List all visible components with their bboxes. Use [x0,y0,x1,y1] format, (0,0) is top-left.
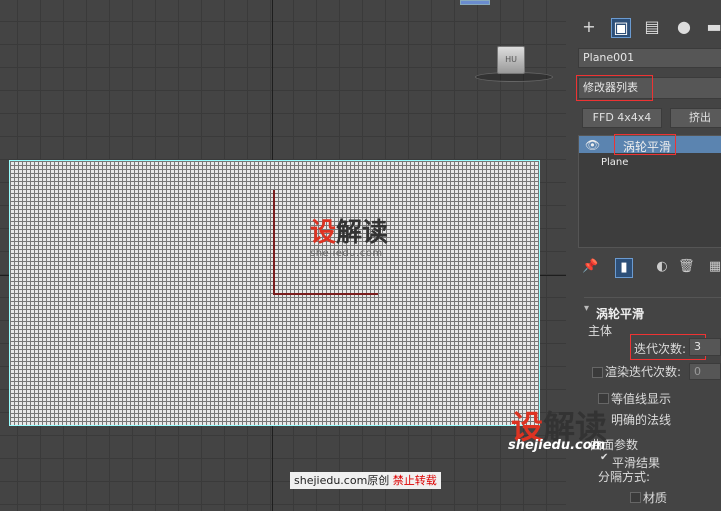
corner-watermark-url: shejiedu.com [508,438,606,453]
check-icon[interactable]: ✔ [600,452,608,463]
footer-original: 原创 [367,474,390,487]
group-main-label: 主体 [588,324,613,338]
extrude-button[interactable]: 挤出 [670,108,721,128]
footer-warning: 禁止转载 [392,474,437,487]
eye-icon[interactable]: 👁 [585,138,600,152]
watermark-url: shejiedu.com [310,248,383,259]
iterations-spinner[interactable]: 3 [689,338,721,356]
plus-icon[interactable]: + [580,18,598,36]
motion-icon[interactable]: ● [675,18,693,36]
isoline-label: 等值线显示 [611,392,672,406]
make-unique-icon[interactable]: ◐ [654,258,670,276]
ffd-button[interactable]: FFD 4x4x4 [582,108,662,128]
iterations-label: 迭代次数: [634,342,687,356]
viewcube[interactable]: HU [475,44,555,84]
separator [584,297,721,298]
show-end-icon[interactable]: ▮ [615,258,633,278]
rollout-title[interactable]: 涡轮平滑 [596,305,644,322]
footer-site: shejiedu.com [294,474,368,487]
pivot-gizmo-horizontal [273,293,378,295]
watermark-logo: 设解读 [310,218,389,248]
material-label: 材质 [643,491,668,505]
display-icon[interactable]: ▬ [705,18,721,36]
collapse-arrow-icon[interactable]: ▾ [584,303,589,314]
trash-icon[interactable]: 🗑 [678,258,695,276]
object-name-field[interactable]: Plane001 [578,48,721,68]
render-iters-checkbox[interactable] [592,367,603,378]
highlight-stack-item [614,134,676,155]
configure-icon[interactable]: ▦ [707,258,721,276]
explicit-normals-label[interactable]: 明确的法线 [611,411,671,428]
perspective-viewport[interactable]: 设解读 shejiedu.com HU shejiedu.com原创 禁止转载 [0,0,566,511]
stack-item-plane[interactable]: Plane [601,157,628,168]
modify-icon[interactable]: ▣ [611,18,631,38]
separate-by-label: 分隔方式: [598,470,651,484]
render-iters-label: 渲染迭代次数: [605,365,682,379]
hierarchy-icon[interactable]: ▤ [643,18,661,36]
copyright-bar: shejiedu.com原创 禁止转载 [290,472,441,489]
highlight-modifier-list [576,75,653,101]
viewport-label-marker[interactable] [460,0,490,5]
material-checkbox[interactable] [630,492,641,503]
render-iters-spinner[interactable]: 0 [689,363,721,380]
pivot-gizmo-vertical [273,190,275,294]
viewcube-face-label: HU [505,55,517,64]
pin-icon[interactable]: 📌 [582,258,598,276]
viewcube-cube[interactable]: HU [497,46,525,74]
